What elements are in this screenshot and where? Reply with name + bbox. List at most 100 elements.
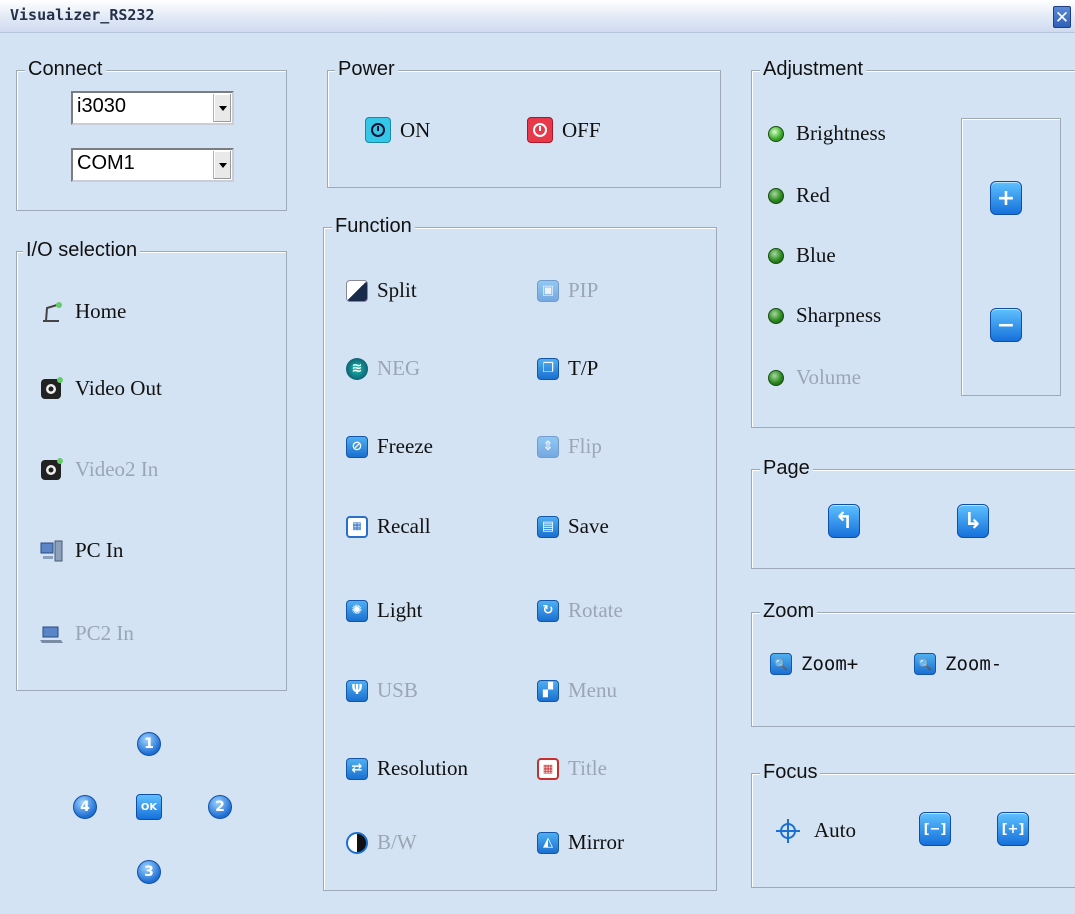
- function-flip-label: Flip: [568, 434, 602, 458]
- function-light-button[interactable]: ✺ Light: [346, 598, 423, 623]
- function-resolution-button[interactable]: ⇄ Resolution: [346, 756, 468, 781]
- focus-group: Focus Auto [−] [+]: [751, 760, 1075, 888]
- led-indicator-icon: [768, 307, 784, 324]
- desktop-pc-icon: [39, 539, 65, 563]
- io-pc2-in-label: PC2 In: [75, 621, 134, 645]
- zoom-in-button[interactable]: 🔍 Zoom+: [770, 653, 858, 675]
- io-video-out[interactable]: Video Out: [39, 376, 162, 401]
- negative-icon: ≋: [346, 357, 368, 380]
- function-save-button[interactable]: ▤ Save: [537, 514, 609, 539]
- io-video2-in[interactable]: Video2 In: [39, 457, 158, 482]
- function-bw-button[interactable]: B/W: [346, 830, 417, 855]
- nav-up-button[interactable]: 1: [137, 732, 161, 756]
- adjust-red-label: Red: [796, 183, 830, 207]
- crosshair-icon: [776, 818, 800, 843]
- function-menu-button[interactable]: ▞ Menu: [537, 678, 617, 703]
- function-mirror-label: Mirror: [568, 830, 624, 854]
- adjust-blue-option[interactable]: Blue: [768, 243, 836, 268]
- function-usb-label: USB: [377, 678, 418, 702]
- function-recall-label: Recall: [377, 514, 431, 538]
- page-group: Page ↰ ↳: [751, 456, 1075, 569]
- function-rotate-button[interactable]: ↻ Rotate: [537, 598, 623, 623]
- led-indicator-icon: [768, 247, 784, 264]
- zoom-out-button[interactable]: 🔍 Zoom-: [914, 653, 1002, 675]
- adjust-sharpness-option[interactable]: Sharpness: [768, 303, 881, 328]
- model-select-value: i3030: [77, 95, 126, 117]
- adjust-brightness-option[interactable]: Brightness: [768, 121, 886, 146]
- nav-right-button[interactable]: 2: [208, 795, 232, 819]
- io-home[interactable]: Home: [39, 299, 126, 324]
- nav-down-button[interactable]: 3: [137, 860, 161, 884]
- function-usb-button[interactable]: Ψ USB: [346, 678, 418, 703]
- power-legend: Power: [335, 57, 398, 81]
- focus-legend: Focus: [760, 760, 821, 784]
- nav-left-button[interactable]: 4: [73, 795, 97, 819]
- page-legend: Page: [760, 456, 813, 480]
- io-selection-group: I/O selection Home Video Out Video2 In P…: [16, 238, 287, 691]
- led-indicator-icon: [768, 125, 784, 142]
- focus-auto-button[interactable]: Auto: [776, 818, 856, 843]
- camera-icon: [39, 376, 65, 401]
- adjustment-legend: Adjustment: [760, 57, 867, 81]
- save-icon: ▤: [537, 515, 559, 538]
- resolution-icon: ⇄: [346, 757, 368, 780]
- increase-button[interactable]: +: [990, 181, 1022, 215]
- chevron-down-icon[interactable]: [213, 151, 231, 179]
- port-select-value: COM1: [77, 152, 135, 174]
- adjust-red-option[interactable]: Red: [768, 183, 830, 208]
- port-select[interactable]: COM1: [71, 148, 234, 182]
- chevron-down-icon[interactable]: [213, 94, 231, 122]
- function-legend: Function: [332, 214, 415, 238]
- zoom-out-label: Zoom-: [945, 653, 1003, 675]
- adjust-brightness-label: Brightness: [796, 121, 886, 145]
- adjust-volume-label: Volume: [796, 365, 861, 389]
- camera-icon: [39, 457, 65, 482]
- adjust-volume-option[interactable]: Volume: [768, 365, 861, 390]
- function-split-label: Split: [377, 278, 417, 302]
- focus-far-button[interactable]: [+]: [997, 812, 1029, 846]
- power-group: Power ON OFF: [327, 57, 721, 188]
- function-freeze-button[interactable]: ⊘ Freeze: [346, 434, 433, 459]
- adjust-blue-label: Blue: [796, 243, 836, 267]
- focus-minus-icon: [−]: [923, 821, 947, 837]
- function-mirror-button[interactable]: ◭ Mirror: [537, 830, 624, 855]
- flip-icon: ⇕: [537, 435, 559, 458]
- mirror-icon: ◭: [537, 831, 559, 854]
- function-save-label: Save: [568, 514, 609, 538]
- focus-near-button[interactable]: [−]: [919, 812, 951, 846]
- power-off-label: OFF: [562, 117, 601, 142]
- document-camera-icon: [39, 300, 65, 324]
- io-video-out-label: Video Out: [75, 376, 162, 400]
- nav-ok-button[interactable]: OK: [136, 794, 162, 820]
- function-pip-button[interactable]: ▣ PIP: [537, 278, 598, 303]
- function-pip-label: PIP: [568, 278, 599, 302]
- function-resolution-label: Resolution: [377, 756, 469, 780]
- decrease-button[interactable]: −: [990, 308, 1022, 342]
- zoom-in-label: Zoom+: [801, 653, 859, 675]
- arrow-back-icon: ↰: [834, 508, 854, 534]
- io-pc2-in[interactable]: PC2 In: [39, 621, 134, 646]
- function-neg-button[interactable]: ≋ NEG: [346, 356, 420, 381]
- page-forward-button[interactable]: ↳: [957, 504, 989, 538]
- power-on-label: ON: [400, 117, 431, 142]
- power-off-button[interactable]: OFF: [527, 117, 601, 143]
- function-tp-button[interactable]: ❐ T/P: [537, 356, 598, 381]
- function-split-button[interactable]: Split: [346, 278, 417, 303]
- connect-legend: Connect: [25, 57, 106, 81]
- pip-icon: ▣: [537, 279, 559, 302]
- io-home-label: Home: [75, 299, 127, 323]
- function-menu-label: Menu: [568, 678, 617, 702]
- model-select[interactable]: i3030: [71, 91, 234, 125]
- io-video2-in-label: Video2 In: [75, 457, 159, 481]
- zoom-group: Zoom 🔍 Zoom+ 🔍 Zoom-: [751, 599, 1075, 727]
- function-rotate-label: Rotate: [568, 598, 623, 622]
- function-title-button[interactable]: ▦ Title: [537, 756, 607, 781]
- focus-plus-icon: [+]: [1001, 821, 1025, 837]
- power-on-button[interactable]: ON: [365, 117, 430, 143]
- io-pc-in[interactable]: PC In: [39, 538, 123, 563]
- close-button[interactable]: ✕: [1053, 6, 1071, 28]
- page-back-button[interactable]: ↰: [828, 504, 860, 538]
- function-flip-button[interactable]: ⇕ Flip: [537, 434, 602, 459]
- function-recall-button[interactable]: ▦ Recall: [346, 514, 431, 539]
- adjustment-group: Adjustment Brightness Red Blue Sharpness…: [751, 57, 1075, 428]
